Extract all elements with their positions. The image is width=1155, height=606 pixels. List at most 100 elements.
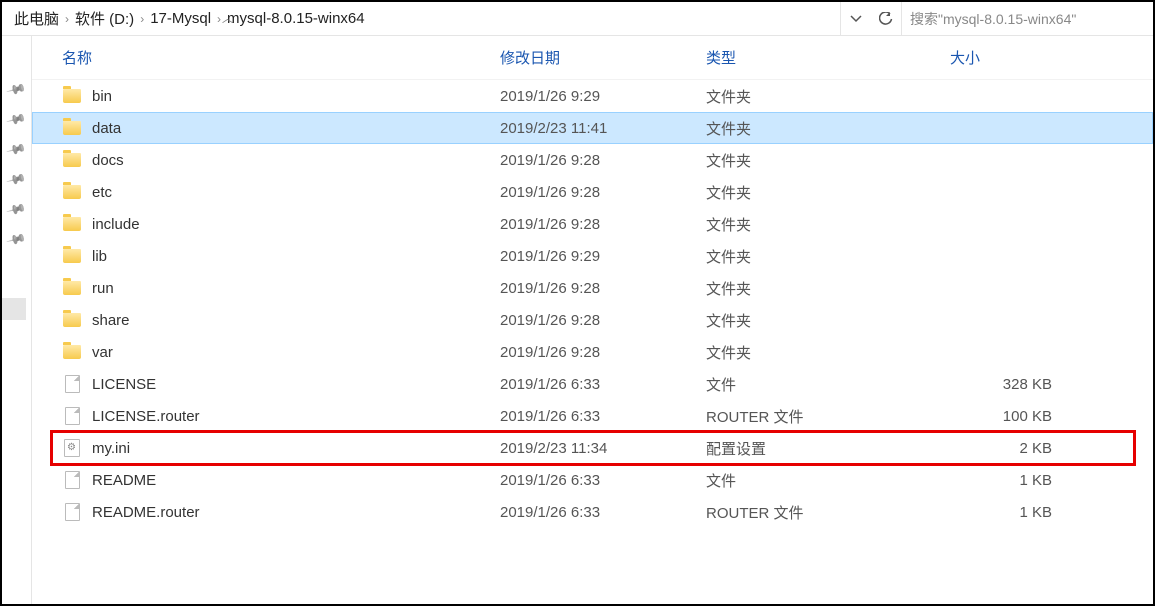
- file-size: 1 KB: [950, 472, 1070, 489]
- file-size: 1 KB: [950, 504, 1070, 521]
- file-date: 2019/1/26 6:33: [500, 504, 706, 521]
- file-type: 文件夹: [706, 310, 950, 331]
- column-header-size[interactable]: 大小: [950, 47, 1070, 68]
- file-size: 2 KB: [950, 440, 1070, 457]
- file-icon: [62, 374, 82, 394]
- breadcrumb-segment[interactable]: 此电脑: [10, 8, 63, 29]
- file-date: 2019/1/26 6:33: [500, 376, 706, 393]
- file-date: 2019/1/26 9:28: [500, 312, 706, 329]
- file-type: 文件夹: [706, 150, 950, 171]
- folder-icon: [62, 278, 82, 298]
- file-type: 文件: [706, 470, 950, 491]
- file-name: etc: [92, 184, 112, 201]
- file-name: bin: [92, 88, 112, 105]
- pin-icon[interactable]: 📌: [5, 109, 27, 131]
- refresh-icon[interactable]: [871, 2, 901, 35]
- file-type: 文件夹: [706, 278, 950, 299]
- folder-icon: [62, 150, 82, 170]
- file-row[interactable]: docs2019/1/26 9:28文件夹: [32, 144, 1153, 176]
- breadcrumb-segment[interactable]: mysql-8.0.15-winx64: [223, 10, 369, 27]
- address-bar-buttons: [840, 2, 901, 35]
- file-date: 2019/1/26 9:28: [500, 344, 706, 361]
- file-type: ROUTER 文件: [706, 406, 950, 427]
- chevron-right-icon: ›: [63, 12, 71, 26]
- file-name: run: [92, 280, 114, 297]
- file-size: 100 KB: [950, 408, 1070, 425]
- file-type: 文件夹: [706, 342, 950, 363]
- file-date: 2019/1/26 6:33: [500, 408, 706, 425]
- file-row[interactable]: run 2019/1/26 9:28文件夹: [32, 272, 1153, 304]
- file-name: LICENSE: [92, 376, 156, 393]
- history-dropdown-icon[interactable]: [841, 2, 871, 35]
- sort-indicator-icon: ︿: [222, 10, 233, 26]
- pin-icon[interactable]: 📌: [5, 199, 27, 221]
- file-row[interactable]: lib2019/1/26 9:29文件夹: [32, 240, 1153, 272]
- file-date: 2019/1/26 9:29: [500, 248, 706, 265]
- file-type: 文件夹: [706, 86, 950, 107]
- file-row[interactable]: var 2019/1/26 9:28文件夹: [32, 336, 1153, 368]
- file-date: 2019/1/26 9:28: [500, 280, 706, 297]
- config-file-icon: [62, 438, 82, 458]
- file-date: 2019/2/23 11:34: [500, 440, 706, 457]
- folder-icon: [62, 182, 82, 202]
- file-name: README.router: [92, 504, 200, 521]
- toolbar: 此电脑›软件 (D:)›17-Mysql›mysql-8.0.15-winx64…: [2, 2, 1153, 36]
- file-row[interactable]: share 2019/1/26 9:28文件夹: [32, 304, 1153, 336]
- file-type: 配置设置: [706, 438, 950, 459]
- file-name: my.ini: [92, 440, 130, 457]
- column-header-name[interactable]: 名称: [62, 47, 500, 68]
- file-date: 2019/1/26 9:28: [500, 152, 706, 169]
- file-date: 2019/1/26 9:28: [500, 216, 706, 233]
- chevron-right-icon: ›: [138, 12, 146, 26]
- file-type: 文件夹: [706, 214, 950, 235]
- file-type: ROUTER 文件: [706, 502, 950, 523]
- file-row[interactable]: etc 2019/1/26 9:28文件夹: [32, 176, 1153, 208]
- breadcrumb-segment[interactable]: 软件 (D:): [71, 8, 138, 29]
- folder-icon: [62, 246, 82, 266]
- folder-icon: [62, 118, 82, 138]
- file-name: include: [92, 216, 140, 233]
- folder-icon: [62, 86, 82, 106]
- breadcrumb-segment[interactable]: 17-Mysql: [146, 10, 215, 27]
- file-date: 2019/1/26 9:28: [500, 184, 706, 201]
- file-row[interactable]: my.ini 2019/2/23 11:34配置设置2 KB: [32, 432, 1153, 464]
- file-name: lib: [92, 248, 107, 265]
- file-name: LICENSE.router: [92, 408, 200, 425]
- quick-access-strip: 📌 📌 📌 📌 📌 📌: [2, 36, 32, 604]
- file-row[interactable]: LICENSE.router 2019/1/26 6:33ROUTER 文件100…: [32, 400, 1153, 432]
- pin-icon[interactable]: 📌: [5, 169, 27, 191]
- file-date: 2019/1/26 9:29: [500, 88, 706, 105]
- file-name: README: [92, 472, 156, 489]
- file-row[interactable]: README.router 2019/1/26 6:33ROUTER 文件1 KB: [32, 496, 1153, 528]
- search-input[interactable]: 搜索"mysql-8.0.15-winx64": [901, 2, 1153, 35]
- pin-icon[interactable]: 📌: [5, 79, 27, 101]
- column-header-type[interactable]: 类型: [706, 47, 950, 68]
- file-list: bin2019/1/26 9:29文件夹data2019/2/23 11:41文…: [32, 80, 1153, 604]
- file-icon: [62, 470, 82, 490]
- folder-icon: [62, 342, 82, 362]
- column-headers: 名称 修改日期 类型 大小: [32, 36, 1153, 80]
- pin-icon[interactable]: 📌: [5, 139, 27, 161]
- file-area: ︿ 名称 修改日期 类型 大小 bin2019/1/26 9:29文件夹data…: [32, 36, 1153, 604]
- pin-icon[interactable]: 📌: [5, 229, 27, 251]
- file-name: share: [92, 312, 130, 329]
- file-type: 文件: [706, 374, 950, 395]
- file-name: var: [92, 344, 113, 361]
- file-type: 文件夹: [706, 118, 950, 139]
- file-row[interactable]: include 2019/1/26 9:28文件夹: [32, 208, 1153, 240]
- file-date: 2019/1/26 6:33: [500, 472, 706, 489]
- breadcrumb[interactable]: 此电脑›软件 (D:)›17-Mysql›mysql-8.0.15-winx64: [2, 2, 840, 35]
- file-row[interactable]: README 2019/1/26 6:33文件1 KB: [32, 464, 1153, 496]
- file-name: data: [92, 120, 121, 137]
- sidebar-item[interactable]: [2, 298, 26, 320]
- file-icon: [62, 502, 82, 522]
- column-header-date[interactable]: 修改日期: [500, 47, 706, 68]
- file-row[interactable]: bin 2019/1/26 9:29文件夹: [32, 80, 1153, 112]
- file-type: 文件夹: [706, 182, 950, 203]
- folder-icon: [62, 214, 82, 234]
- folder-icon: [62, 310, 82, 330]
- content-area: 📌📌📌📌📌📌 ︿ 名称 修改日期 类型 大小 bin2019/1/26 9:29…: [2, 36, 1153, 604]
- file-date: 2019/2/23 11:41: [500, 120, 706, 137]
- file-row[interactable]: LICENSE2019/1/26 6:33文件328 KB: [32, 368, 1153, 400]
- file-row[interactable]: data 2019/2/23 11:41文件夹: [32, 112, 1153, 144]
